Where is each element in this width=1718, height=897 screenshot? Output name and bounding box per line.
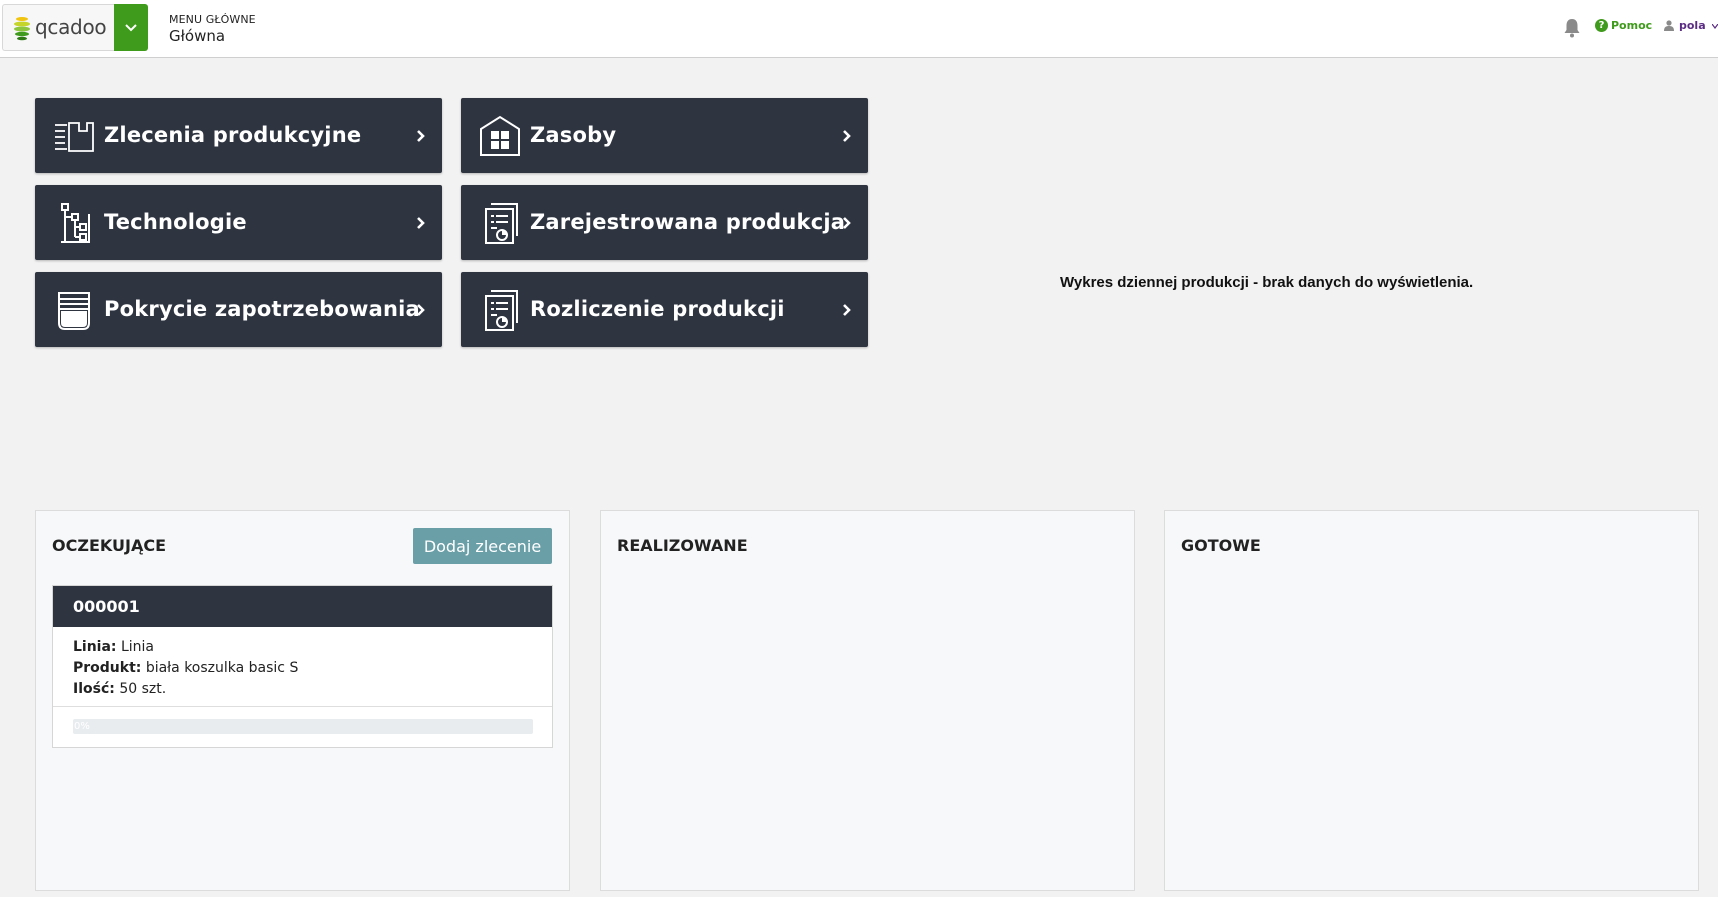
order-product-label: Produkt: — [73, 660, 142, 676]
order-quantity-label: Ilość: — [73, 681, 115, 697]
tile-technologies[interactable]: Technologie — [35, 185, 442, 260]
order-progress-text: 0% — [74, 721, 90, 732]
user-icon — [1664, 20, 1674, 31]
chevron-right-icon — [417, 217, 425, 229]
daily-production-chart-message: Wykres dziennej produkcji - brak danych … — [1060, 274, 1474, 291]
help-link[interactable]: ? Pomoc — [1595, 19, 1652, 32]
order-details: Linia: Linia Produkt: biała koszulka bas… — [53, 627, 552, 707]
column-pending: OCZEKUJĄCE Dodaj zlecenie 000001 Linia: … — [35, 510, 570, 891]
logo-mark-icon — [14, 17, 30, 41]
column-title: OCZEKUJĄCE — [52, 536, 166, 555]
tile-label: Pokrycie zapotrzebowania — [104, 297, 420, 321]
tile-label: Technologie — [104, 210, 247, 234]
help-label: Pomoc — [1611, 19, 1653, 32]
order-line-value: Linia — [120, 639, 155, 655]
order-progress-bar: 0% — [73, 719, 533, 734]
order-line-row: Linia: Linia — [73, 637, 532, 658]
tile-label: Rozliczenie produkcji — [530, 297, 785, 321]
order-number[interactable]: 000001 — [53, 586, 552, 627]
chevron-down-icon[interactable] — [1712, 24, 1718, 29]
order-quantity-row: Ilość: 50 szt. — [73, 679, 532, 700]
tile-label: Zasoby — [530, 123, 617, 147]
notifications-bell-icon[interactable] — [1563, 18, 1581, 38]
report-document-icon — [485, 290, 518, 331]
column-done: GOTOWE — [1164, 510, 1699, 891]
chevron-right-icon — [417, 130, 425, 142]
add-order-button[interactable]: Dodaj zlecenie — [413, 528, 552, 564]
main-menu-toggle[interactable] — [114, 4, 148, 51]
user-name: pola — [1679, 19, 1706, 32]
tile-production-settlement[interactable]: Rozliczenie produkcji — [461, 272, 868, 347]
chevron-right-icon — [843, 130, 851, 142]
menu-caption: MENU GŁÓWNE — [169, 13, 256, 26]
logo[interactable]: qcadoo — [2, 4, 114, 51]
tile-registered-production[interactable]: Zarejestrowana produkcja — [461, 185, 868, 260]
order-product-row: Produkt: biała koszulka basic S — [73, 658, 532, 679]
tile-resources[interactable]: Zasoby — [461, 98, 868, 173]
column-in-progress: REALIZOWANE — [600, 510, 1135, 891]
technology-tree-icon — [61, 203, 90, 243]
top-header: qcadoo MENU GŁÓWNE Główna ? Pomoc pola — [0, 0, 1718, 58]
logo-text: qcadoo — [35, 15, 107, 39]
order-product-value: biała koszulka basic S — [145, 660, 299, 676]
user-menu[interactable]: pola — [1664, 19, 1706, 32]
chevron-right-icon — [843, 304, 851, 316]
order-line-label: Linia: — [73, 639, 117, 655]
container-icon — [58, 292, 90, 330]
chevron-right-icon — [843, 217, 851, 229]
warehouse-icon — [480, 115, 520, 156]
tile-demand-coverage[interactable]: Pokrycie zapotrzebowania — [35, 272, 442, 347]
menu-current-page: Główna — [169, 27, 226, 45]
order-card[interactable]: 000001 Linia: Linia Produkt: biała koszu… — [52, 585, 553, 748]
production-orders-icon — [55, 122, 94, 152]
report-document-icon — [485, 203, 518, 244]
chevron-right-icon — [417, 304, 425, 316]
column-title: GOTOWE — [1181, 536, 1261, 555]
tile-label: Zlecenia produkcyjne — [104, 123, 362, 147]
tile-production-orders[interactable]: Zlecenia produkcyjne — [35, 98, 442, 173]
tile-label: Zarejestrowana produkcja — [530, 210, 846, 234]
chevron-down-icon — [125, 24, 137, 32]
help-icon: ? — [1595, 19, 1608, 32]
column-title: REALIZOWANE — [617, 536, 748, 555]
order-quantity-value: 50 szt. — [119, 681, 167, 697]
